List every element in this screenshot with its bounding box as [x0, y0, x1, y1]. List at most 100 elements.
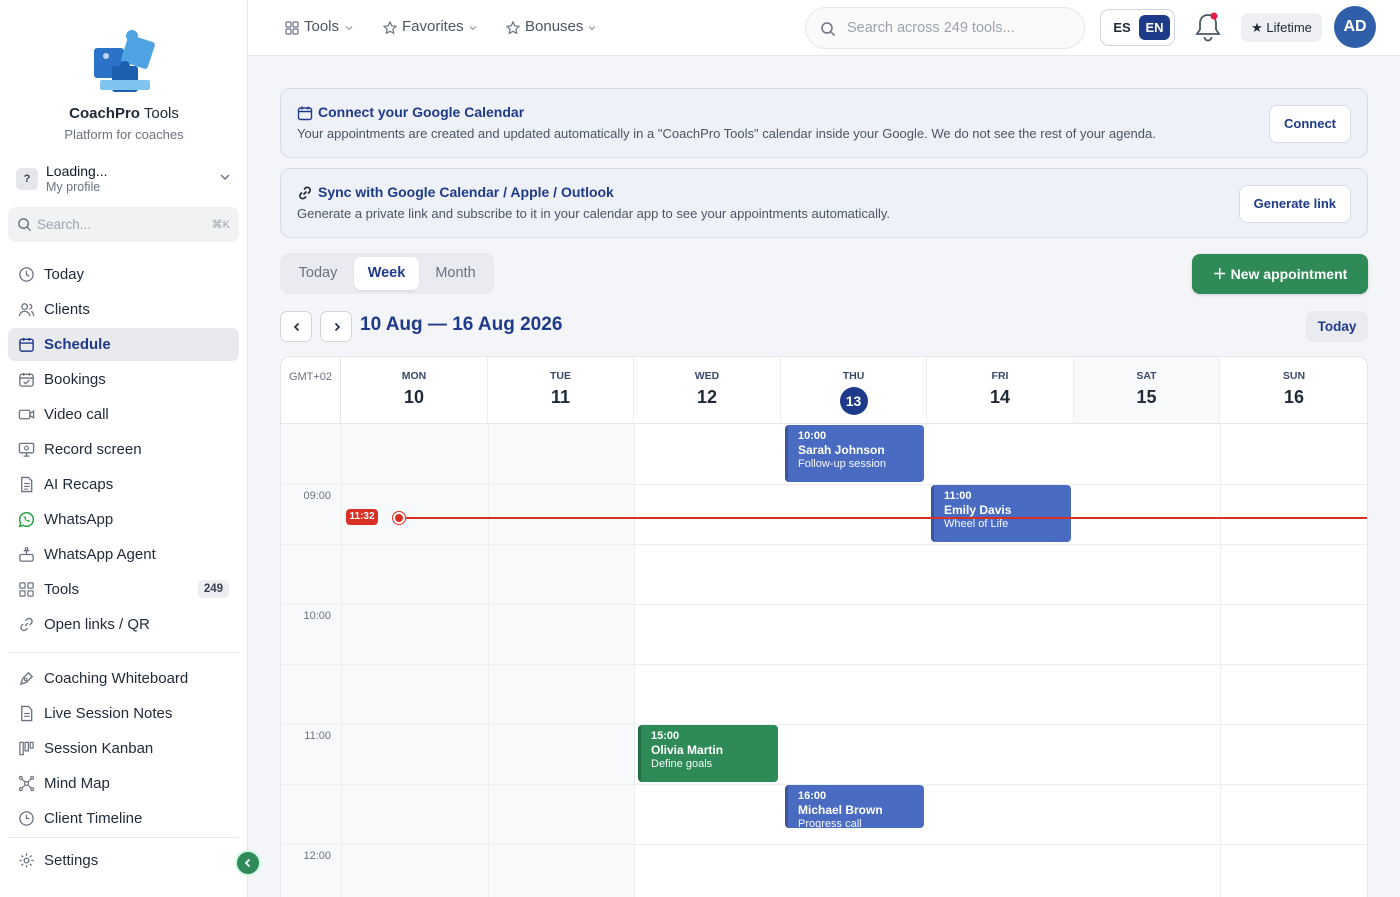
sidebar-item-client-timeline[interactable]: Client Timeline: [8, 802, 239, 835]
day-name: SUN: [1282, 370, 1306, 382]
current-time-dot: [393, 512, 405, 524]
language-switcher: ES EN: [1100, 9, 1175, 46]
chevron-down-icon: [469, 26, 477, 31]
column-line: [488, 424, 489, 897]
event-card[interactable]: 16:00 Michael Brown Progress call: [785, 785, 924, 828]
sidebar-item-label: Settings: [44, 852, 99, 869]
favorites-menu[interactable]: Favorites: [383, 18, 478, 38]
tools-menu[interactable]: Tools: [285, 18, 355, 38]
today-date-badge: 13: [839, 387, 868, 415]
global-search-placeholder: Search across 249 tools...: [847, 20, 1015, 36]
sidebar-item-label: WhatsApp Agent: [44, 546, 156, 563]
day-header-tue[interactable]: TUE 11: [488, 357, 634, 424]
view-week-tab[interactable]: Week: [354, 257, 419, 290]
sidebar-item-clients[interactable]: Clients: [8, 293, 239, 326]
sidebar-item-record-screen[interactable]: Record screen: [8, 433, 239, 466]
sidebar-search-input[interactable]: Search... ⌘K: [8, 207, 239, 242]
bonuses-menu-label: Bonuses: [525, 18, 584, 35]
plan-badge[interactable]: ★ Lifetime: [1241, 13, 1322, 42]
day-name: TUE: [550, 370, 571, 382]
go-today-button[interactable]: Today: [1306, 311, 1368, 342]
event-card[interactable]: 10:00 Sarah Johnson Follow-up session: [785, 425, 924, 482]
brand-tagline: Platform for coaches: [64, 127, 184, 142]
sidebar-item-live-session-notes[interactable]: Live Session Notes: [8, 697, 239, 730]
new-appointment-button[interactable]: ＋ New appointment: [1192, 254, 1368, 294]
day-header-wed[interactable]: WED 12: [634, 357, 781, 424]
users-icon: [18, 303, 35, 317]
day-header-fri[interactable]: FRI 14: [927, 357, 1074, 424]
whatsapp-icon: [18, 511, 35, 528]
bot-icon: [19, 547, 34, 562]
link-icon: [299, 186, 311, 200]
notes-icon: [21, 705, 33, 722]
bonuses-menu[interactable]: Bonuses: [506, 18, 598, 38]
day-name: THU: [842, 370, 865, 382]
chevron-down-icon: [588, 26, 596, 31]
connect-google-button[interactable]: Connect: [1269, 105, 1351, 143]
kanban-icon: [19, 741, 34, 756]
sidebar-item-ai-recaps[interactable]: AI Recaps: [8, 468, 239, 501]
google-calendar-banner: Connect your Google Calendar Your appoin…: [280, 88, 1368, 158]
event-card[interactable]: 11:00 Emily Davis Wheel of Life: [931, 485, 1071, 542]
global-search-input[interactable]: Search across 249 tools...: [805, 7, 1085, 49]
sidebar-item-bookings[interactable]: Bookings: [8, 363, 239, 396]
next-week-button[interactable]: [320, 311, 352, 342]
user-avatar[interactable]: AD: [1334, 6, 1376, 48]
day-header-sun[interactable]: SUN 16: [1220, 357, 1367, 424]
grid-icon: [19, 582, 34, 597]
event-card[interactable]: 15:00 Olivia Martin Define goals: [638, 725, 778, 782]
sidebar-item-tools[interactable]: Tools 249: [8, 573, 239, 606]
sidebar-item-label: Session Kanban: [44, 740, 154, 757]
calendar-sync-banner: Sync with Google Calendar / Apple / Outl…: [280, 168, 1368, 238]
view-month-tab[interactable]: Month: [421, 257, 490, 290]
lang-es-button[interactable]: ES: [1107, 15, 1137, 40]
mind-map-icon: [18, 775, 35, 792]
sidebar-item-today[interactable]: Today: [8, 258, 239, 291]
view-switcher: Today Week Month: [280, 253, 494, 294]
sidebar-item-label: Clients: [44, 301, 90, 318]
favorites-menu-label: Favorites: [402, 18, 464, 35]
sidebar-item-label: Video call: [44, 406, 109, 423]
view-today-tab[interactable]: Today: [284, 257, 352, 290]
day-header-sat[interactable]: SAT 15: [1074, 357, 1220, 424]
sidebar-item-session-kanban[interactable]: Session Kanban: [8, 732, 239, 765]
sidebar-item-settings[interactable]: Settings: [8, 844, 239, 877]
plus-icon: ＋: [1212, 266, 1231, 282]
sidebar-item-whatsapp-agent[interactable]: WhatsApp Agent: [8, 538, 239, 571]
prev-week-button[interactable]: [280, 311, 312, 342]
search-icon: [821, 22, 836, 37]
day-number: 10: [403, 387, 425, 407]
sidebar-item-video-call[interactable]: Video call: [8, 398, 239, 431]
sidebar-item-open-links[interactable]: Open links / QR: [8, 608, 239, 641]
banner-description: Generate a private link and subscribe to…: [297, 206, 891, 221]
tools-menu-label: Tools: [304, 18, 340, 35]
sidebar-item-label: Coaching Whiteboard: [44, 670, 189, 687]
puzzle-logo-icon: [94, 30, 155, 92]
sidebar-item-coaching-whiteboard[interactable]: Coaching Whiteboard: [8, 662, 239, 695]
bell-icon[interactable]: [1192, 10, 1224, 44]
profile-switcher[interactable]: ? Loading... My profile: [14, 160, 236, 198]
day-header-thu[interactable]: THU 13: [781, 357, 927, 424]
day-header-mon[interactable]: MON 10: [341, 357, 488, 424]
column-line: [634, 424, 635, 897]
sidebar-item-mind-map[interactable]: Mind Map: [8, 767, 239, 800]
generate-link-button[interactable]: Generate link: [1238, 185, 1351, 223]
banner-title: Connect your Google Calendar: [318, 104, 525, 120]
sidebar-item-whatsapp[interactable]: WhatsApp: [8, 503, 239, 536]
sidebar-item-label: Live Session Notes: [44, 705, 173, 722]
day-name: FRI: [991, 370, 1009, 382]
day-number: 16: [1283, 387, 1305, 407]
event-time: 16:00: [798, 790, 827, 802]
star-icon: [506, 21, 520, 35]
profile-name: Loading...: [46, 163, 108, 179]
sidebar: CoachPro Tools Platform for coaches ? Lo…: [0, 0, 248, 897]
collapse-sidebar-button[interactable]: [235, 850, 261, 876]
gear-icon: [19, 853, 34, 868]
event-title: Follow-up session: [798, 458, 887, 470]
top-bar: Tools Favorites Bonuses Search across 24…: [248, 0, 1400, 56]
sidebar-search-placeholder: Search...: [37, 217, 92, 232]
day-name: MON: [401, 370, 427, 382]
grid-line: [281, 604, 1367, 605]
sidebar-item-schedule[interactable]: Schedule: [8, 328, 239, 361]
lang-en-button[interactable]: EN: [1139, 15, 1170, 40]
